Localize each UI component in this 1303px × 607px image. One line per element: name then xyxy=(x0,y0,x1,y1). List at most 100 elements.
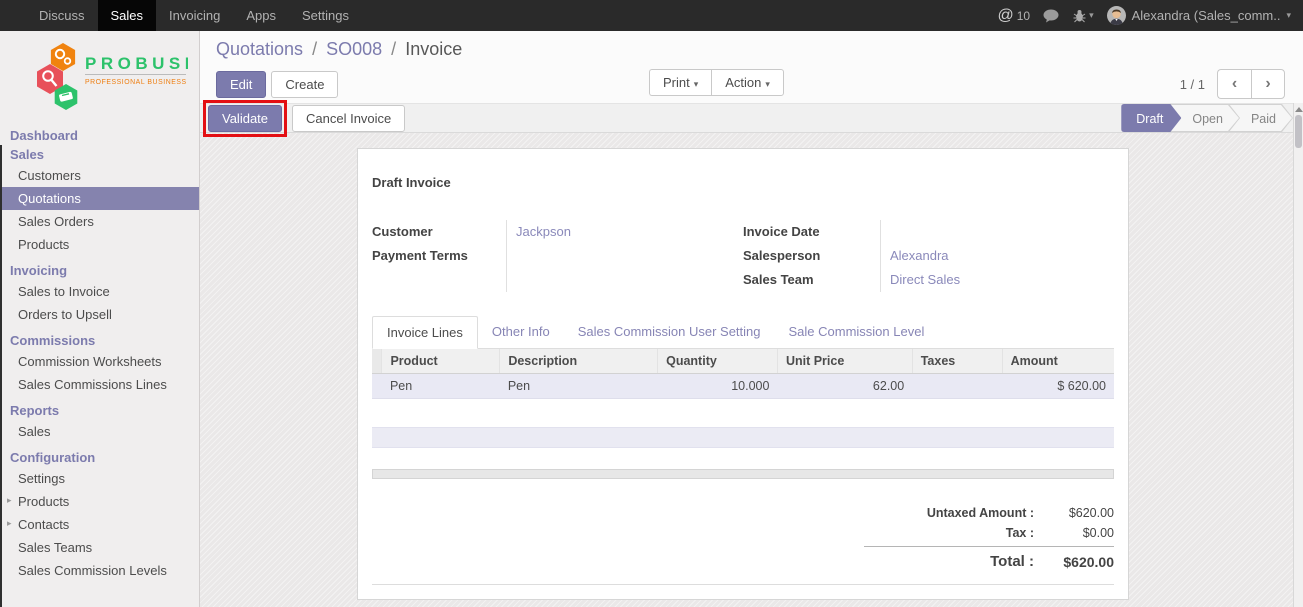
tab-sales-commission-user-setting[interactable]: Sales Commission User Setting xyxy=(564,316,775,349)
print-button[interactable]: Print ▾ xyxy=(649,69,711,96)
horizontal-scrollbar[interactable] xyxy=(372,469,1114,479)
tab-sale-commission-level[interactable]: Sale Commission Level xyxy=(775,316,939,349)
sidebar-section-invoicing: Invoicing xyxy=(0,261,199,280)
column-description[interactable]: Description xyxy=(500,349,658,374)
payment-terms-label: Payment Terms xyxy=(372,244,506,268)
navbar-systray: @ 10 ▾ xyxy=(997,0,1303,31)
salesperson-value[interactable]: Alexandra xyxy=(890,244,1114,268)
validate-button[interactable]: Validate xyxy=(208,105,282,132)
mention-count: 10 xyxy=(1017,9,1030,23)
cell-description: Pen xyxy=(500,374,658,399)
sidebar-item-label: Contacts xyxy=(18,517,69,532)
pager-previous-button[interactable]: ‹ xyxy=(1217,69,1251,99)
mentions-counter[interactable]: @ 10 xyxy=(997,7,1030,25)
customer-label: Customer xyxy=(372,220,506,244)
tax-value: $0.00 xyxy=(1034,523,1114,543)
sidebar-item-sales-commissions-lines[interactable]: Sales Commissions Lines xyxy=(0,373,199,396)
cell-unit-price: 62.00 xyxy=(777,374,912,399)
caret-down-icon: ▾ xyxy=(694,79,699,89)
expand-caret-icon[interactable]: ▸ xyxy=(7,495,12,506)
expand-caret-icon[interactable]: ▸ xyxy=(7,518,12,529)
column-unit-price[interactable]: Unit Price xyxy=(777,349,912,374)
action-label: Action xyxy=(725,75,761,90)
pager-next-button[interactable]: › xyxy=(1251,69,1285,99)
caret-down-icon: ▾ xyxy=(1089,10,1094,21)
invoice-date-value xyxy=(890,220,1114,244)
nav-apps[interactable]: Apps xyxy=(233,0,289,31)
sidebar-item-products[interactable]: Products xyxy=(0,233,199,256)
sidebar-item-sales-to-invoice[interactable]: Sales to Invoice xyxy=(0,280,199,303)
sidebar-item-sales-commission-levels[interactable]: Sales Commission Levels xyxy=(0,559,199,582)
nav-discuss[interactable]: Discuss xyxy=(26,0,98,31)
invoice-date-label: Invoice Date xyxy=(743,220,880,244)
status-step-draft[interactable]: Draft xyxy=(1121,104,1181,132)
sidebar-item-sales-orders[interactable]: Sales Orders xyxy=(0,210,199,233)
chat-bubble-icon xyxy=(1043,9,1060,23)
debug-menu-button[interactable]: ▾ xyxy=(1073,9,1094,23)
nav-settings[interactable]: Settings xyxy=(289,0,362,31)
empty-line-strip xyxy=(372,427,1114,448)
breadcrumb-separator: / xyxy=(387,39,400,59)
sales-team-label: Sales Team xyxy=(743,268,880,292)
status-steps: Draft Open Paid xyxy=(1121,104,1293,132)
scrollbar-thumb[interactable] xyxy=(1295,115,1302,148)
tab-invoice-lines[interactable]: Invoice Lines xyxy=(372,316,478,349)
sales-team-value[interactable]: Direct Sales xyxy=(890,268,1114,292)
invoice-form-fields: Customer Payment Terms Jackpson Invoice … xyxy=(372,220,1114,292)
sidebar-item-sales-report[interactable]: Sales xyxy=(0,420,199,443)
vertical-scrollbar[interactable] xyxy=(1293,103,1303,607)
tab-other-info[interactable]: Other Info xyxy=(478,316,564,349)
sidebar-item-customers[interactable]: Customers xyxy=(0,164,199,187)
breadcrumb-so008[interactable]: SO008 xyxy=(326,39,382,59)
column-product[interactable]: Product xyxy=(382,349,500,374)
sidebar-item-config-contacts[interactable]: ▸ Contacts xyxy=(0,513,199,536)
untaxed-amount-label: Untaxed Amount : xyxy=(864,503,1034,523)
totals-divider xyxy=(864,546,1114,547)
untaxed-amount-value: $620.00 xyxy=(1034,503,1114,523)
column-taxes[interactable]: Taxes xyxy=(912,349,1002,374)
create-button[interactable]: Create xyxy=(271,71,338,98)
mention-at-icon: @ xyxy=(997,7,1013,25)
sidebar-item-config-products[interactable]: ▸ Products xyxy=(0,490,199,513)
field-group-left: Customer Payment Terms Jackpson xyxy=(372,220,743,292)
user-menu[interactable]: Alexandra (Sales_comm.. ▾ xyxy=(1107,6,1291,25)
sidebar-item-quotations[interactable]: Quotations xyxy=(0,187,199,210)
sidebar-section-reports: Reports xyxy=(0,401,199,420)
field-group-right: Invoice Date Salesperson Sales Team Alex… xyxy=(743,220,1114,292)
sidebar-item-orders-to-upsell[interactable]: Orders to Upsell xyxy=(0,303,199,326)
column-amount[interactable]: Amount xyxy=(1002,349,1114,374)
notebook-tabs: Invoice Lines Other Info Sales Commissio… xyxy=(372,316,1114,349)
cancel-invoice-button[interactable]: Cancel Invoice xyxy=(292,105,405,132)
table-row[interactable]: Pen Pen 10.000 62.00 $ 620.00 xyxy=(372,374,1114,399)
pager-buttons: ‹ › xyxy=(1217,69,1285,99)
sidebar-item-dashboard[interactable]: Dashboard xyxy=(0,126,199,145)
sidebar-item-settings[interactable]: Settings xyxy=(0,467,199,490)
sidebar-item-commission-worksheets[interactable]: Commission Worksheets xyxy=(0,350,199,373)
breadcrumb: Quotations / SO008 / Invoice xyxy=(216,39,1303,69)
scroll-up-arrow-icon[interactable] xyxy=(1295,107,1303,112)
chevron-left-icon: ‹ xyxy=(1232,75,1237,92)
control-panel: Quotations / SO008 / Invoice Edit Create… xyxy=(200,31,1303,103)
chevron-right-icon: › xyxy=(1265,75,1270,92)
user-name: Alexandra (Sales_comm.. xyxy=(1132,8,1281,23)
sidebar-item-sales-root[interactable]: Sales xyxy=(0,145,199,164)
window-edge xyxy=(0,145,2,607)
action-button[interactable]: Action ▾ xyxy=(711,69,784,96)
field-labels-right: Invoice Date Salesperson Sales Team xyxy=(743,220,880,292)
sidebar: PROBUSE PROFESSIONAL BUSINESS Dashboard … xyxy=(0,31,200,607)
breadcrumb-quotations[interactable]: Quotations xyxy=(216,39,303,59)
column-quantity[interactable]: Quantity xyxy=(658,349,778,374)
sidebar-item-sales-teams[interactable]: Sales Teams xyxy=(0,536,199,559)
edit-button[interactable]: Edit xyxy=(216,71,266,98)
caret-down-icon: ▾ xyxy=(765,79,770,89)
probuse-logo: PROBUSE PROFESSIONAL BUSINESS xyxy=(36,41,199,118)
sidebar-section-configuration: Configuration xyxy=(0,448,199,467)
nav-invoicing[interactable]: Invoicing xyxy=(156,0,233,31)
messages-button[interactable] xyxy=(1043,9,1060,23)
total-value: $620.00 xyxy=(1034,550,1114,574)
nav-sales[interactable]: Sales xyxy=(98,0,157,31)
invoice-state-title: Draft Invoice xyxy=(372,175,1114,190)
print-label: Print xyxy=(663,75,690,90)
customer-value[interactable]: Jackpson xyxy=(516,220,743,244)
form-view-background: Draft Invoice Customer Payment Terms Jac… xyxy=(200,133,1303,607)
